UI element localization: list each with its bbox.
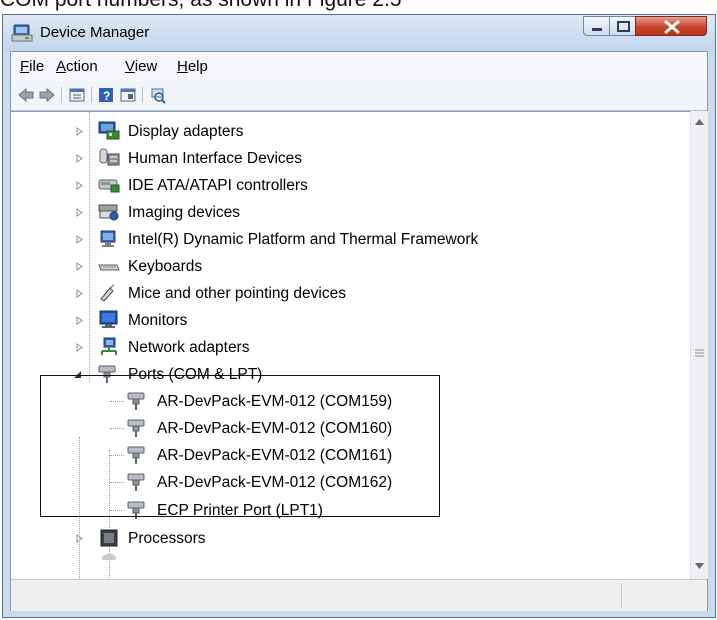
vertical-scrollbar[interactable] [690,111,708,579]
network-adapter-icon [101,337,117,355]
svg-text:?: ? [103,89,110,103]
tree-node-keyboards[interactable]: Keyboards [11,256,611,282]
tree-node-label: Mice and other pointing devices [128,285,346,302]
tree-node-label: Display adapters [128,123,244,140]
imaging-device-icon [98,204,119,221]
minimize-button[interactable] [583,16,610,36]
tree-node-network-adapters[interactable]: Network adapters [11,337,611,363]
mouse-icon [100,284,115,302]
tree-node-label: Imaging devices [128,204,241,221]
ide-controller-icon [98,179,120,193]
expand-arrow-icon[interactable] [75,316,84,325]
expand-arrow-icon[interactable] [75,208,84,217]
help-icon[interactable]: ? [97,86,115,104]
tree-node-monitors[interactable]: Monitors [11,310,611,336]
scroll-up-arrow-icon[interactable] [695,119,704,125]
hid-icon [99,148,120,166]
menu-file[interactable]: File [20,58,44,75]
tree-node-ide-controllers[interactable]: IDE ATA/ATAPI controllers [11,175,611,201]
forward-arrow-icon[interactable] [38,86,56,104]
tree-node-label: IDE ATA/ATAPI controllers [128,177,308,194]
display-adapter-icon [98,121,120,140]
menu-bar: File Action View Help [11,52,707,82]
title-bar[interactable]: Device Manager [3,15,715,51]
properties-icon[interactable] [68,86,86,104]
close-button[interactable] [635,16,707,36]
tree-node-label: Processors [128,530,206,547]
tree-node-mice[interactable]: Mice and other pointing devices [11,283,611,309]
tree-node-label: Keyboards [128,258,203,275]
expand-arrow-icon[interactable] [75,154,84,163]
expand-arrow-icon[interactable] [75,534,84,543]
ports-highlight-box [40,375,440,517]
status-bar [11,579,707,611]
maximize-button[interactable] [609,16,636,36]
toolbar-separator [142,87,143,103]
document-caption: COM port numbers, as shown in Figure 2.5 [0,0,717,14]
intel-framework-icon [100,230,116,247]
menu-help[interactable]: Help [177,58,208,75]
tree-node-label: Network adapters [128,339,250,356]
monitor-icon [99,310,118,328]
expand-arrow-icon[interactable] [75,235,84,244]
device-manager-icon [11,23,33,43]
toolbar-separator [61,87,62,103]
scroll-down-arrow-icon[interactable] [695,563,704,569]
window-title: Device Manager [40,24,150,41]
tree-node-label: Monitors [128,312,188,329]
status-bar-separator [621,583,622,608]
view-toggle-icon[interactable] [119,86,137,104]
expand-arrow-icon[interactable] [75,127,84,136]
client-area: File Action View Help ? Display adapters… [10,51,708,611]
back-arrow-icon[interactable] [17,86,35,104]
toolbar-separator [91,87,92,103]
tree-node-display-adapters[interactable]: Display adapters [11,121,611,147]
processor-icon [100,529,118,547]
scan-hardware-icon[interactable] [149,86,167,104]
tree-node-human-interface-devices[interactable]: Human Interface Devices [11,148,611,174]
expand-arrow-icon[interactable] [75,289,84,298]
tree-node-imaging-devices[interactable]: Imaging devices [11,202,611,228]
keyboard-icon [98,264,120,271]
tree-node-processors[interactable]: Processors [11,528,611,554]
tree-node-intel-dptf[interactable]: Intel(R) Dynamic Platform and Thermal Fr… [11,229,611,255]
tree-node-label: Intel(R) Dynamic Platform and Thermal Fr… [128,231,479,248]
menu-view[interactable]: View [125,58,157,75]
tree-node-label: Human Interface Devices [128,150,303,167]
scroll-thumb-grip-icon[interactable] [695,349,704,357]
expand-arrow-icon[interactable] [75,181,84,190]
device-manager-window: Device Manager File Action View Help ? D… [2,14,716,618]
expand-arrow-icon[interactable] [75,343,84,352]
menu-action[interactable]: Action [56,58,98,75]
toolbar: ? [11,81,707,111]
partial-row-icon [102,554,116,560]
expand-arrow-icon[interactable] [75,262,84,271]
